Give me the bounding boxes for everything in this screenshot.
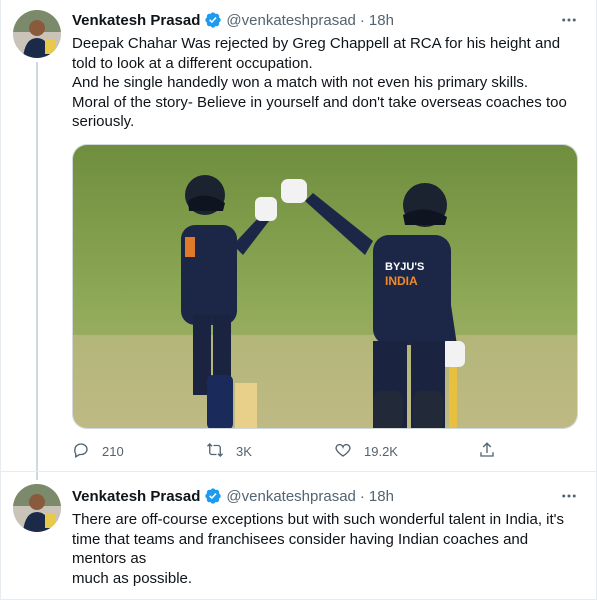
retweet-button[interactable]: 3K [206, 440, 252, 462]
tweet-text-line: much as possible. [72, 569, 193, 587]
avatar[interactable] [13, 484, 61, 532]
verified-badge-icon [204, 11, 222, 29]
tweet-1[interactable]: Venkatesh Prasad @venkateshprasad · 18h … [1, 0, 597, 480]
author-name[interactable]: Venkatesh Prasad [72, 488, 200, 505]
tweet-header: Venkatesh Prasad @venkateshprasad · 18h [72, 10, 394, 30]
reply-button[interactable]: 210 [72, 440, 124, 462]
verified-badge-icon [204, 487, 222, 505]
author-name[interactable]: Venkatesh Prasad [72, 12, 200, 29]
retweet-icon [206, 441, 224, 462]
timestamp[interactable]: 18h [369, 12, 394, 29]
retweet-count: 3K [236, 443, 252, 459]
tweet-text-line: Deepak Chahar Was rejected by Greg Chapp… [72, 35, 561, 52]
share-button[interactable] [478, 440, 496, 462]
tweet-text: Deepak Chahar Was rejected by Greg Chapp… [72, 34, 572, 132]
tweet-text-line: And he single handedly won a match with … [72, 74, 529, 91]
tweet-text-line: time that teams and franchisees consider… [72, 530, 529, 548]
separator-dot: · [359, 11, 365, 29]
thread-connector-line [36, 62, 38, 480]
tweet-text-line: seriously. [72, 113, 135, 130]
like-count: 19.2K [364, 443, 398, 459]
separator-dot: · [359, 487, 365, 505]
share-icon [478, 441, 496, 462]
avatar[interactable] [13, 10, 61, 58]
heart-icon [334, 441, 352, 462]
like-button[interactable]: 19.2K [334, 440, 398, 462]
tweet-divider [1, 471, 597, 472]
svg-text:INDIA: INDIA [385, 274, 418, 288]
author-handle[interactable]: @venkateshprasad [226, 12, 355, 29]
author-handle[interactable]: @venkateshprasad [226, 488, 355, 505]
tweet-photo[interactable]: BYJU'S INDIA [72, 144, 578, 429]
tweet-text-line: told to look at a different occupation. [72, 54, 313, 72]
more-options-icon[interactable] [560, 487, 578, 505]
reply-count: 210 [102, 443, 124, 459]
tweet-text-line: mentors as [72, 550, 147, 567]
reply-icon [72, 441, 90, 462]
tweet-text-line: Moral of the story- Believe in yourself … [72, 93, 567, 111]
svg-text:BYJU'S: BYJU'S [385, 261, 424, 273]
tweet-2[interactable]: Venkatesh Prasad @venkateshprasad · 18h … [1, 476, 597, 600]
tweet-text-line: There are off-course exceptions but with… [72, 511, 565, 528]
tweet-actions: 210 3K 19.2K [72, 440, 502, 462]
timestamp[interactable]: 18h [369, 488, 394, 505]
tweet-text: There are off-course exceptions but with… [72, 510, 572, 588]
more-options-icon[interactable] [560, 11, 578, 29]
tweet-thread: Venkatesh Prasad @venkateshprasad · 18h … [0, 0, 597, 600]
tweet-header: Venkatesh Prasad @venkateshprasad · 18h [72, 486, 394, 506]
